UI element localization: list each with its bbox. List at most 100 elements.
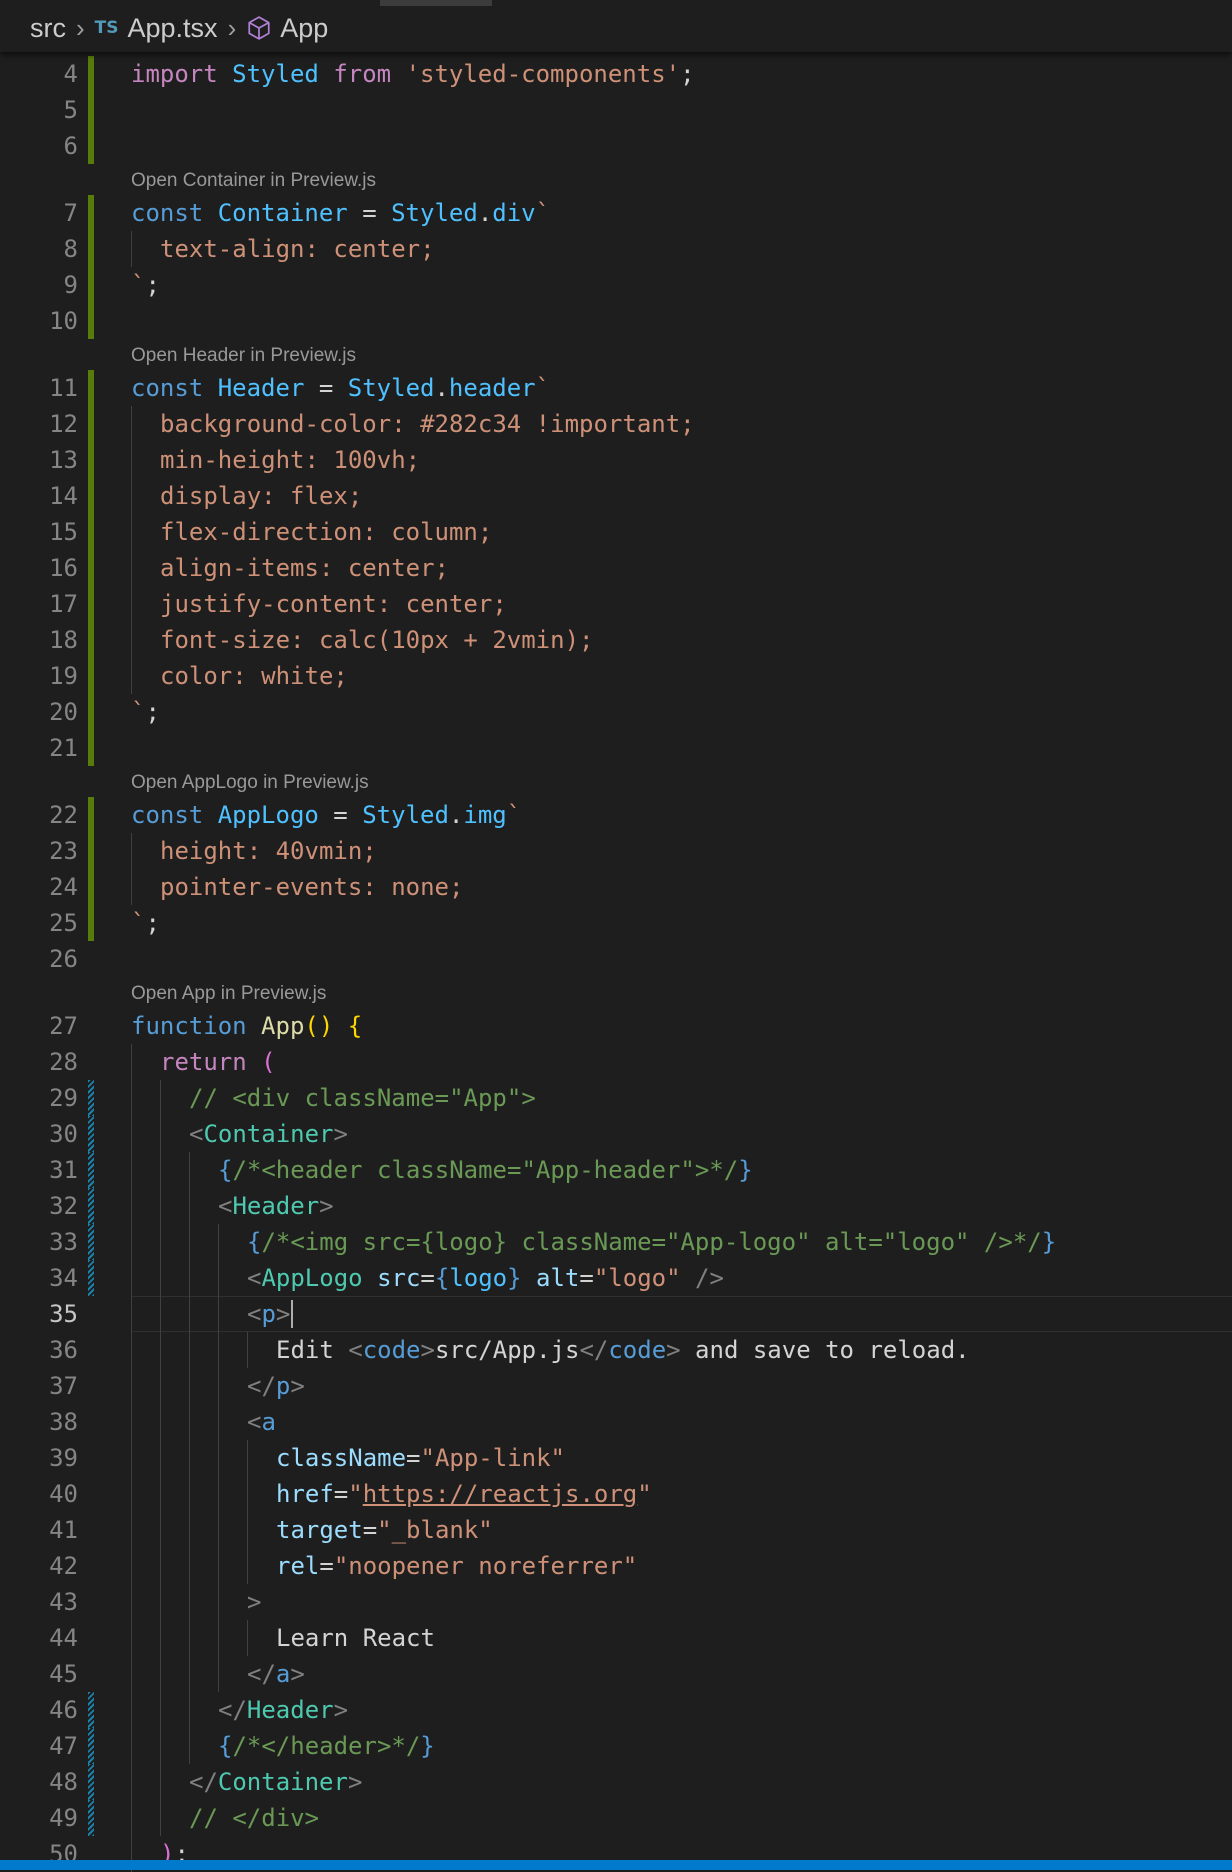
breadcrumb-folder[interactable]: src — [30, 13, 66, 44]
code-line[interactable]: 6 — [0, 128, 1232, 164]
line-number[interactable]: 38 — [0, 1404, 78, 1440]
git-added-indicator[interactable] — [88, 128, 94, 164]
code-line[interactable]: 42 rel="noopener noreferrer" — [0, 1548, 1232, 1584]
code-line[interactable]: 11 const Header = Styled.header` — [0, 370, 1232, 406]
line-number[interactable]: 4 — [0, 56, 78, 92]
line-number[interactable]: 16 — [0, 550, 78, 586]
git-modified-indicator[interactable] — [88, 1188, 94, 1224]
git-added-indicator[interactable] — [88, 797, 94, 833]
code-line[interactable]: 39 className="App-link" — [0, 1440, 1232, 1476]
git-added-indicator[interactable] — [88, 730, 94, 766]
line-number[interactable]: 6 — [0, 128, 78, 164]
breadcrumb-file[interactable]: App.tsx — [128, 13, 218, 44]
line-number[interactable]: 13 — [0, 442, 78, 478]
git-added-indicator[interactable] — [88, 658, 94, 694]
line-number[interactable]: 31 — [0, 1152, 78, 1188]
git-modified-indicator[interactable] — [88, 1116, 94, 1152]
code-line[interactable]: 13 min-height: 100vh; — [0, 442, 1232, 478]
line-number[interactable]: 17 — [0, 586, 78, 622]
line-number[interactable]: 8 — [0, 231, 78, 267]
code-line[interactable]: 7 const Container = Styled.div` — [0, 195, 1232, 231]
code-line[interactable]: 40 href="https://reactjs.org" — [0, 1476, 1232, 1512]
line-number[interactable]: 45 — [0, 1656, 78, 1692]
line-number[interactable]: 12 — [0, 406, 78, 442]
line-number[interactable]: 35 — [0, 1296, 78, 1332]
code-line[interactable]: 46 </Header> — [0, 1692, 1232, 1728]
git-added-indicator[interactable] — [88, 406, 94, 442]
line-number[interactable]: 27 — [0, 1008, 78, 1044]
git-added-indicator[interactable] — [88, 550, 94, 586]
code-line[interactable]: 18 font-size: calc(10px + 2vmin); — [0, 622, 1232, 658]
codelens-open-preview[interactable]: Open App in Preview.js — [131, 979, 326, 1009]
line-number[interactable]: 10 — [0, 303, 78, 339]
line-number[interactable]: 15 — [0, 514, 78, 550]
line-number[interactable]: 43 — [0, 1584, 78, 1620]
git-modified-indicator[interactable] — [88, 1152, 94, 1188]
line-number[interactable]: 18 — [0, 622, 78, 658]
line-number[interactable]: 11 — [0, 370, 78, 406]
line-number[interactable]: 29 — [0, 1080, 78, 1116]
code-line[interactable]: 9 `; — [0, 267, 1232, 303]
code-line[interactable]: 24 pointer-events: none; — [0, 869, 1232, 905]
line-number[interactable]: 21 — [0, 730, 78, 766]
code-line[interactable]: 28 return ( — [0, 1044, 1232, 1080]
git-added-indicator[interactable] — [88, 303, 94, 339]
line-number[interactable]: 19 — [0, 658, 78, 694]
line-number[interactable]: 28 — [0, 1044, 78, 1080]
code-editor[interactable]: 4 import Styled from 'styled-components';… — [0, 0, 1232, 1872]
code-line[interactable]: 29 // <div className="App"> — [0, 1080, 1232, 1116]
code-line[interactable]: 35 <p> — [0, 1296, 1232, 1332]
code-line[interactable]: 12 background-color: #282c34 !important; — [0, 406, 1232, 442]
code-line[interactable]: 15 flex-direction: column; — [0, 514, 1232, 550]
codelens-open-preview[interactable]: Open AppLogo in Preview.js — [131, 768, 369, 798]
code-line[interactable]: 34 <AppLogo src={logo} alt="logo" /> — [0, 1260, 1232, 1296]
line-number[interactable]: 30 — [0, 1116, 78, 1152]
code-line[interactable]: 19 color: white; — [0, 658, 1232, 694]
code-line[interactable]: 21 — [0, 730, 1232, 766]
code-line[interactable]: 38 <a — [0, 1404, 1232, 1440]
git-modified-indicator[interactable] — [88, 1764, 94, 1800]
git-added-indicator[interactable] — [88, 869, 94, 905]
git-added-indicator[interactable] — [88, 267, 94, 303]
breadcrumb-symbol[interactable]: App — [280, 13, 328, 44]
git-added-indicator[interactable] — [88, 231, 94, 267]
git-modified-indicator[interactable] — [88, 1728, 94, 1764]
line-number[interactable]: 37 — [0, 1368, 78, 1404]
code-line[interactable]: 49 // </div> — [0, 1800, 1232, 1836]
line-number[interactable]: 23 — [0, 833, 78, 869]
git-added-indicator[interactable] — [88, 195, 94, 231]
git-added-indicator[interactable] — [88, 56, 94, 92]
code-line[interactable]: 45 </a> — [0, 1656, 1232, 1692]
code-line[interactable]: 30 <Container> — [0, 1116, 1232, 1152]
code-line[interactable]: 8 text-align: center; — [0, 231, 1232, 267]
line-number[interactable]: 42 — [0, 1548, 78, 1584]
line-number[interactable]: 36 — [0, 1332, 78, 1368]
codelens-open-preview[interactable]: Open Header in Preview.js — [131, 341, 356, 371]
code-line[interactable]: 16 align-items: center; — [0, 550, 1232, 586]
code-line[interactable]: 17 justify-content: center; — [0, 586, 1232, 622]
code-line[interactable]: 27 function App() { — [0, 1008, 1232, 1044]
line-number[interactable]: 34 — [0, 1260, 78, 1296]
code-line[interactable]: 4 import Styled from 'styled-components'; — [0, 56, 1232, 92]
git-added-indicator[interactable] — [88, 694, 94, 730]
git-added-indicator[interactable] — [88, 92, 94, 128]
code-line[interactable]: 47 {/*</header>*/} — [0, 1728, 1232, 1764]
code-line[interactable]: 44 Learn React — [0, 1620, 1232, 1656]
line-number[interactable]: 9 — [0, 267, 78, 303]
line-number[interactable]: 41 — [0, 1512, 78, 1548]
line-number[interactable]: 47 — [0, 1728, 78, 1764]
line-number[interactable]: 33 — [0, 1224, 78, 1260]
line-number[interactable]: 48 — [0, 1764, 78, 1800]
git-added-indicator[interactable] — [88, 478, 94, 514]
line-number[interactable]: 32 — [0, 1188, 78, 1224]
git-added-indicator[interactable] — [88, 370, 94, 406]
line-number[interactable]: 7 — [0, 195, 78, 231]
git-modified-indicator[interactable] — [88, 1224, 94, 1260]
git-modified-indicator[interactable] — [88, 1260, 94, 1296]
line-number[interactable]: 39 — [0, 1440, 78, 1476]
code-line[interactable]: 14 display: flex; — [0, 478, 1232, 514]
git-modified-indicator[interactable] — [88, 1692, 94, 1728]
line-number[interactable]: 49 — [0, 1800, 78, 1836]
code-line[interactable]: 33 {/*<img src={logo} className="App-logo… — [0, 1224, 1232, 1260]
code-line[interactable]: 36 Edit <code>src/App.js</code> and save … — [0, 1332, 1232, 1368]
